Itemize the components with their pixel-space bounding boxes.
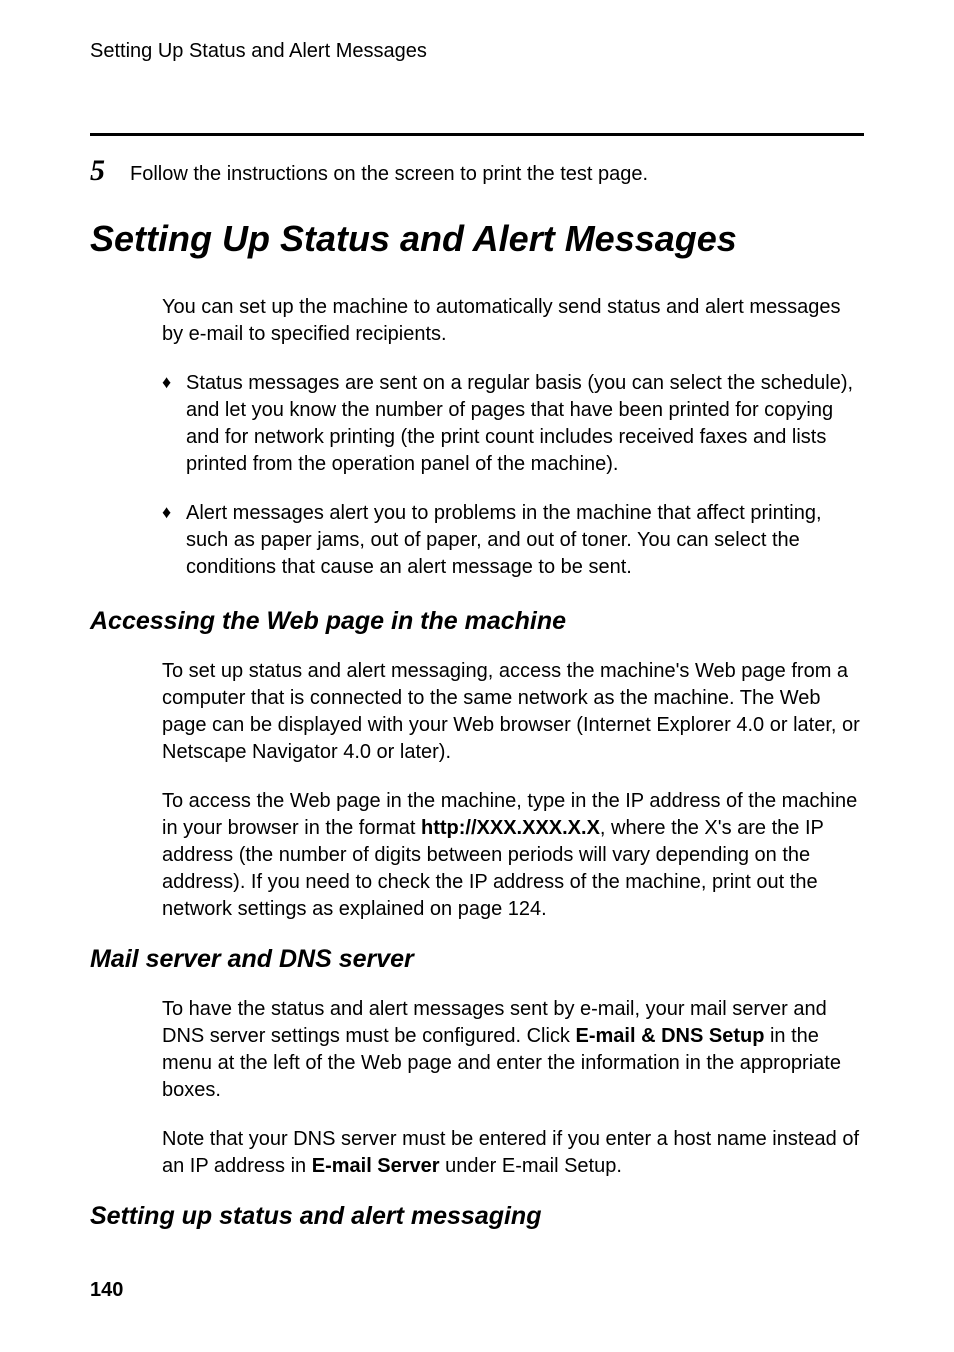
access-paragraph-2: To access the Web page in the machine, t…: [162, 788, 864, 923]
intro-paragraph: You can set up the machine to automatica…: [162, 294, 864, 348]
mail-paragraph-2: Note that your DNS server must be entere…: [162, 1126, 864, 1180]
list-item: Alert messages alert you to problems in …: [162, 500, 864, 581]
url-bold: http://XXX.XXX.X.X: [421, 817, 600, 839]
list-item: Status messages are sent on a regular ba…: [162, 370, 864, 478]
section-heading-setup: Setting up status and alert messaging: [90, 1202, 864, 1231]
running-head: Setting Up Status and Alert Messages: [90, 40, 864, 63]
section-heading-mail: Mail server and DNS server: [90, 945, 864, 974]
bullet-list: Status messages are sent on a regular ba…: [162, 370, 864, 581]
email-server-bold: E-mail Server: [312, 1155, 440, 1177]
section-heading-access: Accessing the Web page in the machine: [90, 607, 864, 636]
mail-paragraph-1: To have the status and alert messages se…: [162, 996, 864, 1104]
page-title: Setting Up Status and Alert Messages: [90, 218, 864, 260]
text-fragment: under E-mail Setup.: [440, 1155, 622, 1177]
page-number: 140: [90, 1279, 123, 1302]
step-line: 5 Follow the instructions on the screen …: [90, 154, 864, 188]
step-text: Follow the instructions on the screen to…: [130, 163, 648, 186]
step-number: 5: [90, 154, 130, 188]
email-dns-bold: E-mail & DNS Setup: [576, 1025, 765, 1047]
horizontal-rule: [90, 133, 864, 136]
access-paragraph-1: To set up status and alert messaging, ac…: [162, 658, 864, 766]
